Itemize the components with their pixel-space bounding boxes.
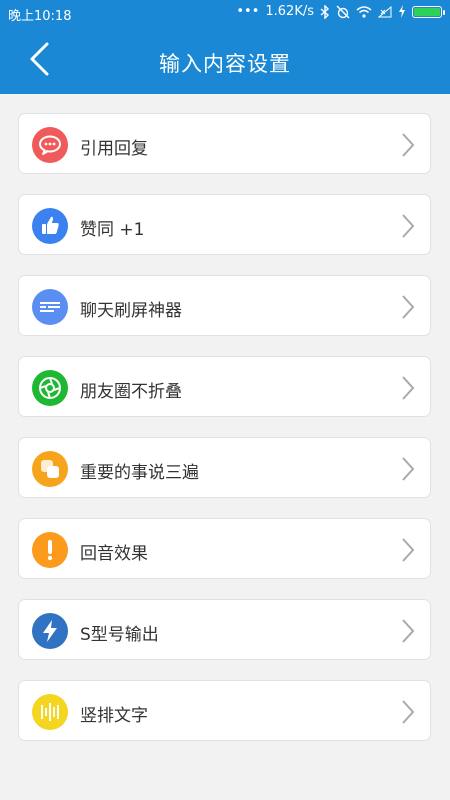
charging-icon [399,5,405,18]
aperture-icon [32,370,68,406]
page-title: 输入内容设置 [159,52,291,76]
status-right: ••• 1.62K/s [236,4,445,19]
chevron-right-icon [402,619,415,643]
thumbs-up-icon [32,208,68,244]
chevron-right-icon [402,133,415,157]
chevron-right-icon [402,700,415,724]
setting-label: 引用回复 [80,139,148,159]
status-bar: 晚上10:18 ••• 1.62K/s [0,0,450,26]
vertical-bars-icon [32,694,68,730]
signal-dots-icon: ••• [236,4,260,19]
setting-label: 回音效果 [80,544,148,564]
quote-bubble-icon [32,127,68,163]
net-speed: 1.62K/s [265,4,314,19]
wifi-icon [356,5,372,18]
status-time: 晚上10:18 [8,9,72,24]
setting-label: 赞同 +1 [80,220,145,240]
setting-echo-effect[interactable]: 回音效果 [18,518,431,579]
bluetooth-icon [320,4,330,19]
battery-level [414,7,440,16]
setting-label: 重要的事说三遍 [80,463,199,483]
setting-label: S型号输出 [80,625,159,645]
setting-label: 竖排文字 [80,706,148,726]
setting-vertical-text[interactable]: 竖排文字 [18,680,431,741]
battery-icon [412,5,445,18]
chat-lines-icon [32,289,68,325]
chevron-right-icon [402,457,415,481]
stacked-squares-icon [32,451,68,487]
chevron-right-icon [402,295,415,319]
setting-say-three-times[interactable]: 重要的事说三遍 [18,437,431,498]
setting-quote-reply[interactable]: 引用回复 [18,113,431,174]
app-bar: 输入内容设置 [0,26,450,94]
settings-list: 引用回复 赞同 +1 聊天刷屏神器 朋友圈不折叠 重要的事说三遍 回音效果 S型… [18,113,431,761]
lightning-icon [32,613,68,649]
setting-chat-spam[interactable]: 聊天刷屏神器 [18,275,431,336]
chevron-right-icon [402,538,415,562]
alarm-off-icon [336,5,350,18]
setting-label: 朋友圈不折叠 [80,382,182,402]
setting-s-shape-output[interactable]: S型号输出 [18,599,431,660]
setting-agree-plus-one[interactable]: 赞同 +1 [18,194,431,255]
exclamation-icon [32,532,68,568]
chevron-right-icon [402,376,415,400]
setting-label: 聊天刷屏神器 [80,301,182,321]
cell-signal-icon [378,5,392,17]
setting-moments-no-fold[interactable]: 朋友圈不折叠 [18,356,431,417]
chevron-right-icon [402,214,415,238]
